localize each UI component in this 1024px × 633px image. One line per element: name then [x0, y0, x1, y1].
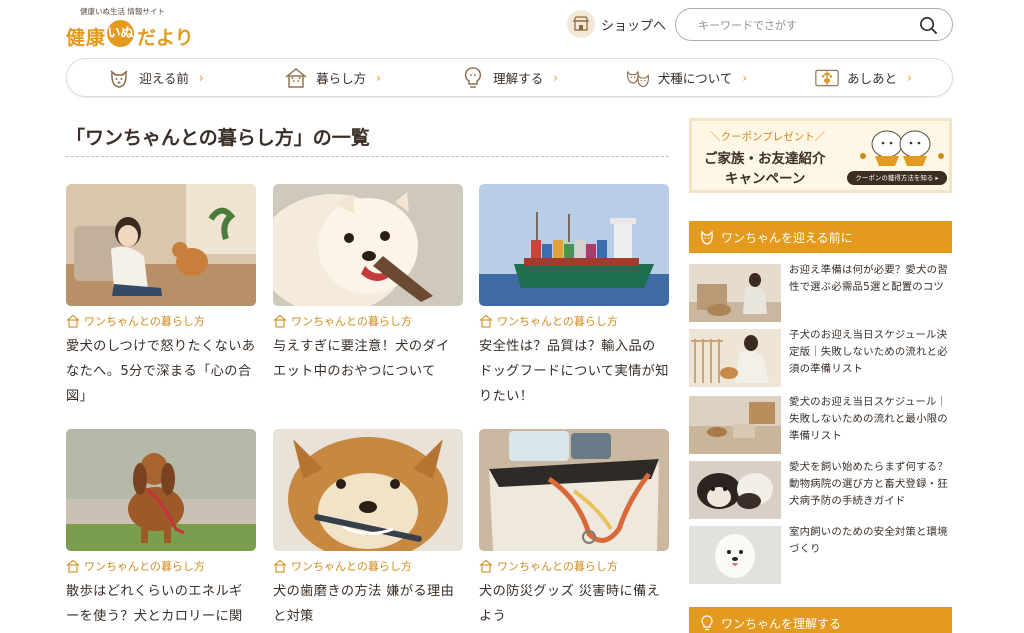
nav-item-before[interactable]: 迎える前 ›	[67, 59, 244, 96]
page-title: 「ワンちゃんとの暮らし方」の一覧	[66, 127, 370, 149]
article-category: ワンちゃんとの暮らし方	[273, 313, 412, 329]
nav-item-label: あしあと	[847, 71, 898, 86]
banner-line-1: ＼クーポンプレゼント／	[710, 131, 826, 143]
lightbulb-icon	[701, 615, 713, 631]
title-divider	[66, 156, 669, 157]
dog-house-icon	[479, 314, 493, 328]
article-card[interactable]: ワンちゃんとの暮らし方 愛犬のしつけで怒りたくないあなたへ。5分で深まる「心の合…	[66, 184, 256, 404]
article-category-label: ワンちゃんとの暮らし方	[291, 315, 412, 328]
shop-icon	[567, 10, 595, 38]
section-header-understand: ワンちゃんを理解する	[689, 607, 952, 633]
dog-house-icon	[66, 314, 80, 328]
site-tagline: 健康いぬ生活 情報サイト	[80, 7, 165, 16]
article-thumbnail	[66, 184, 256, 306]
chevron-right-icon: ›	[742, 70, 748, 85]
article-card[interactable]: ワンちゃんとの暮らし方 犬の歯磨きの方法 嫌がる理由と対策	[273, 429, 463, 624]
article-title[interactable]: 与えすぎに要注意！犬のダイエット中のおやつについて	[273, 334, 463, 384]
article-card[interactable]: ワンちゃんとの暮らし方 安全性は？品質は？輸入品のドッグフードについて実情が知り…	[479, 184, 669, 404]
site-logo[interactable]: 健康いぬ生活 情報サイト 健康 いぬ だより	[66, 6, 196, 50]
article-thumbnail	[66, 429, 256, 551]
coupon-info-button[interactable]: クーポンの獲得方法を知る ▸	[847, 171, 947, 185]
article-category: ワンちゃんとの暮らし方	[479, 558, 618, 574]
nav-item-breeds[interactable]: 犬種について ›	[598, 59, 775, 96]
article-category: ワンちゃんとの暮らし方	[66, 313, 205, 329]
article-title[interactable]: 愛犬のしつけで怒りたくないあなたへ。5分で深まる「心の合図」	[66, 334, 256, 409]
dog-house-icon	[479, 559, 493, 573]
logo-text-post: だより	[137, 27, 194, 49]
article-card[interactable]: ワンちゃんとの暮らし方 犬の防災グッズ 災害時に備えよう	[479, 429, 669, 624]
paw-book-icon	[815, 66, 839, 90]
sidebar-article[interactable]: 子犬のお迎え当日スケジュール決定版｜失敗しないための流れと必須の準備リスト	[689, 329, 952, 389]
sidebar-article-thumbnail	[689, 526, 781, 584]
search-box	[675, 8, 953, 41]
nav-item-living[interactable]: 暮らし方 ›	[244, 59, 421, 96]
section-title: ワンちゃんを迎える前に	[721, 230, 853, 245]
sidebar-article-thumbnail	[689, 264, 781, 322]
section-title: ワンちゃんを理解する	[721, 616, 842, 631]
sidebar-article-thumbnail	[689, 396, 781, 454]
dog-face-icon	[701, 230, 713, 245]
article-title[interactable]: 犬の防災グッズ 災害時に備えよう	[479, 579, 669, 629]
dog-house-icon	[66, 559, 80, 573]
shop-label: ショップへ	[601, 18, 667, 34]
main-nav: 迎える前 › 暮らし方 › 理解する › 犬種について › あしあと ›	[66, 58, 953, 97]
nav-item-understand[interactable]: 理解する ›	[421, 59, 598, 96]
chevron-right-icon: ›	[553, 70, 558, 85]
section-header-before: ワンちゃんを迎える前に	[689, 221, 952, 253]
sidebar-article-title: 子犬のお迎え当日スケジュール決定版｜失敗しないための流れと必須の準備リスト	[789, 329, 948, 375]
nav-item-label: 暮らし方	[316, 71, 367, 86]
sidebar-article[interactable]: 室内飼いのための安全対策と環境づくり	[689, 526, 952, 586]
dog-house-icon	[273, 314, 287, 328]
article-title[interactable]: 犬の歯磨きの方法 嫌がる理由と対策	[273, 579, 463, 629]
article-category-label: ワンちゃんとの暮らし方	[497, 315, 618, 328]
sidebar-article[interactable]: お迎え準備は何が必要？愛犬の習性で選ぶ必需品5選と配置のコツ	[689, 264, 952, 324]
chevron-right-icon: ›	[376, 70, 381, 85]
nav-item-label: 迎える前	[139, 71, 189, 86]
article-thumbnail	[273, 429, 463, 551]
coupon-campaign-banner[interactable]: ＼クーポンプレゼント／ ご家族・お友達紹介 キャンペーン クーポンの獲得方法を知…	[689, 118, 952, 193]
nav-item-label: 理解する	[493, 71, 544, 86]
article-card[interactable]: ワンちゃんとの暮らし方 散歩はどれくらいのエネルギーを使う？犬とカロリーに関	[66, 429, 256, 624]
sidebar-article-title: 愛犬のお迎え当日スケジュール｜失敗しないための流れと最小限の準備リスト	[789, 396, 948, 442]
lightbulb-icon	[461, 66, 485, 90]
search-icon[interactable]	[919, 16, 938, 35]
article-card[interactable]: ワンちゃんとの暮らし方 与えすぎに要注意！犬のダイエット中のおやつについて	[273, 184, 463, 379]
sidebar-article-title: 愛犬を飼い始めたらまず何する？動物病院の選び方と畜犬登録・狂犬病予防の手続きガイ…	[789, 461, 948, 507]
dog-face-icon	[107, 66, 131, 90]
banner-line-3: キャンペーン	[725, 171, 806, 187]
sidebar-article[interactable]: 愛犬を飼い始めたらまず何する？動物病院の選び方と畜犬登録・狂犬病予防の手続きガイ…	[689, 461, 952, 521]
chevron-right-icon: ›	[198, 70, 204, 85]
article-title[interactable]: 安全性は？品質は？輸入品のドッグフードについて実情が知りたい！	[479, 334, 669, 409]
logo-text-inu: いぬ	[107, 20, 134, 47]
article-category: ワンちゃんとの暮らし方	[273, 558, 412, 574]
sidebar-article[interactable]: 愛犬のお迎え当日スケジュール｜失敗しないための流れと最小限の準備リスト	[689, 396, 952, 456]
two-dogs-icon	[626, 66, 650, 90]
dog-house-icon	[273, 559, 287, 573]
article-category: ワンちゃんとの暮らし方	[66, 558, 205, 574]
article-thumbnail	[479, 429, 669, 551]
article-title[interactable]: 散歩はどれくらいのエネルギーを使う？犬とカロリーに関	[66, 579, 256, 629]
article-category-label: ワンちゃんとの暮らし方	[84, 315, 205, 328]
article-category: ワンちゃんとの暮らし方	[479, 313, 618, 329]
dog-house-icon	[284, 66, 308, 90]
article-thumbnail	[273, 184, 463, 306]
article-category-label: ワンちゃんとの暮らし方	[291, 560, 412, 573]
sidebar-article-thumbnail	[689, 329, 781, 387]
dogs-illustration-icon	[860, 130, 944, 166]
chevron-right-icon: ›	[907, 70, 912, 85]
nav-item-label: 犬種について	[657, 71, 733, 86]
sidebar-article-title: 室内飼いのための安全対策と環境づくり	[789, 526, 948, 555]
search-input[interactable]	[698, 15, 908, 35]
article-category-label: ワンちゃんとの暮らし方	[497, 560, 618, 573]
shop-link[interactable]: ショップへ	[567, 9, 666, 39]
sidebar-article-title: お迎え準備は何が必要？愛犬の習性で選ぶ必需品5選と配置のコツ	[789, 264, 948, 293]
article-category-label: ワンちゃんとの暮らし方	[84, 560, 205, 573]
sidebar-article-thumbnail	[689, 461, 781, 519]
banner-line-2: ご家族・お友達紹介	[704, 151, 826, 167]
nav-item-footprints[interactable]: あしあと ›	[775, 59, 952, 96]
article-thumbnail	[479, 184, 669, 306]
logo-text-pre: 健康	[66, 27, 107, 49]
